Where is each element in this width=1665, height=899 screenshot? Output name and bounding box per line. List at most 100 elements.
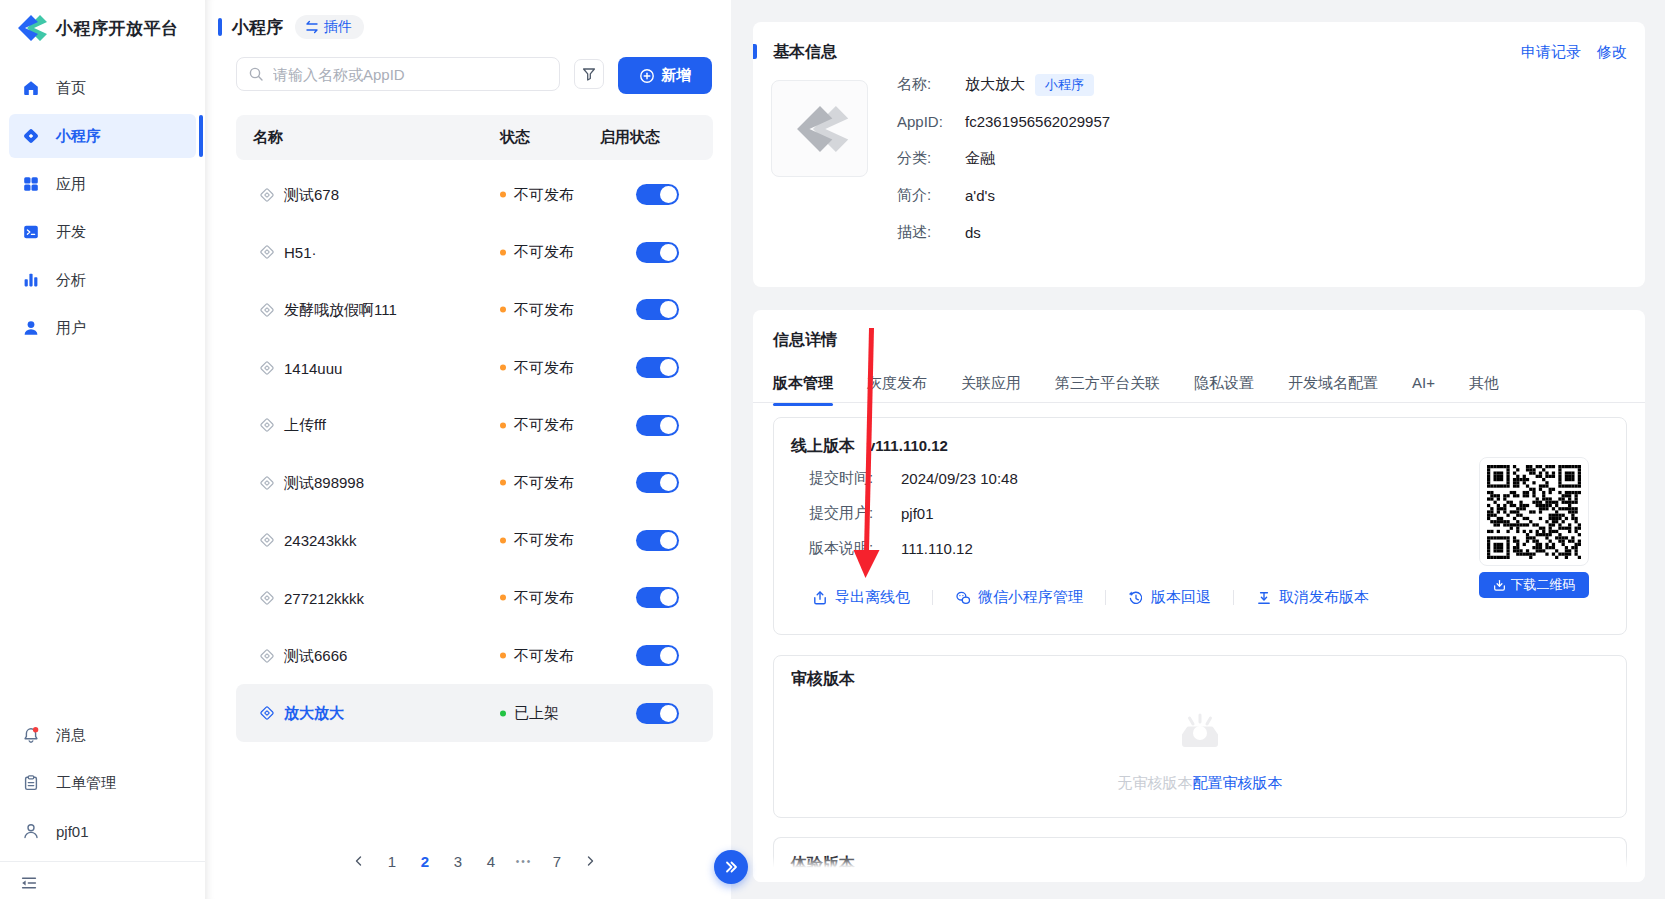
plugin-toggle-badge[interactable]: 插件 bbox=[295, 15, 364, 39]
page-button-3[interactable]: 3 bbox=[448, 845, 469, 877]
table-row[interactable]: 上传fff不可发布 bbox=[236, 396, 713, 454]
online-version-number: v111.110.12 bbox=[867, 437, 948, 454]
enable-toggle[interactable] bbox=[636, 357, 679, 378]
status-dot bbox=[500, 422, 506, 428]
empty-inbox-icon bbox=[1176, 713, 1224, 757]
enable-toggle[interactable] bbox=[636, 645, 679, 666]
sidebar-item-home[interactable]: 首页 bbox=[9, 66, 196, 110]
sidebar-item-chart[interactable]: 分析 bbox=[9, 258, 196, 302]
enable-toggle[interactable] bbox=[636, 472, 679, 493]
review-version-section: 审核版本 无审核版本配置审核版本 bbox=[773, 655, 1627, 818]
double-chevron-right-icon bbox=[724, 860, 738, 874]
enable-toggle[interactable] bbox=[636, 415, 679, 436]
sidebar-item-user[interactable]: 用户 bbox=[9, 306, 196, 350]
search-input[interactable] bbox=[236, 57, 560, 91]
enable-toggle[interactable] bbox=[636, 299, 679, 320]
plus-circle-icon bbox=[639, 68, 655, 84]
filter-icon bbox=[581, 66, 597, 82]
enable-toggle[interactable] bbox=[636, 242, 679, 263]
table-row[interactable]: 1414uuu 不可发布 bbox=[236, 339, 713, 397]
apply-records-link[interactable]: 申请记录 bbox=[1521, 43, 1581, 62]
sidebar-item-dev[interactable]: 开发 bbox=[9, 210, 196, 254]
col-header-name: 名称 bbox=[253, 128, 283, 147]
page-button-7[interactable]: 7 bbox=[547, 845, 568, 877]
action-separator bbox=[1105, 590, 1106, 605]
download-icon bbox=[1493, 579, 1506, 592]
row-status: 不可发布 bbox=[500, 243, 574, 262]
sidebar-item-bell[interactable]: 消息 bbox=[9, 713, 196, 757]
page-button-2[interactable]: 2 bbox=[415, 845, 436, 877]
table-header: 名称 状态 启用状态 bbox=[236, 115, 713, 160]
unpublish-action[interactable]: 取消发布版本 bbox=[1256, 588, 1369, 607]
table-row[interactable]: 放大放大已上架 bbox=[236, 684, 713, 742]
row-status: 不可发布 bbox=[500, 588, 574, 607]
wechat-icon bbox=[955, 590, 971, 606]
field-label: 分类: bbox=[897, 149, 965, 168]
pagination: 1234 ••• 7 bbox=[236, 845, 713, 877]
add-button[interactable]: 新增 bbox=[618, 57, 712, 94]
sidebar-item-label: 工单管理 bbox=[56, 774, 116, 793]
page-ellipsis[interactable]: ••• bbox=[514, 845, 535, 877]
col-header-status: 状态 bbox=[500, 128, 530, 147]
next-page-button[interactable] bbox=[580, 845, 601, 877]
enable-toggle[interactable] bbox=[636, 587, 679, 608]
enable-toggle[interactable] bbox=[636, 703, 679, 724]
status-label: 不可发布 bbox=[514, 588, 574, 607]
row-name: 测试6666 bbox=[284, 646, 347, 665]
table-row[interactable]: 测试898998不可发布 bbox=[236, 454, 713, 512]
sidebar-item-miniprogram[interactable]: 小程序 bbox=[9, 114, 196, 158]
miniprogram-row-icon bbox=[258, 531, 276, 549]
dev-icon bbox=[22, 223, 40, 241]
plugin-badge-label: 插件 bbox=[324, 18, 352, 36]
configure-review-link[interactable]: 配置审核版本 bbox=[1193, 774, 1283, 791]
field-label: AppID: bbox=[897, 113, 965, 130]
miniprogram-row-icon bbox=[258, 589, 276, 607]
row-name: 1414uuu bbox=[284, 359, 342, 376]
col-header-enable: 启用状态 bbox=[600, 128, 660, 147]
prev-page-button[interactable] bbox=[349, 845, 370, 877]
row-name: 243243kkk bbox=[284, 532, 357, 549]
field-value: fc2361956562029957 bbox=[965, 113, 1110, 130]
collapse-sidebar-icon[interactable] bbox=[20, 874, 38, 892]
sidebar-item-label: 用户 bbox=[56, 319, 86, 338]
table-row[interactable]: 243243kkk 不可发布 bbox=[236, 512, 713, 570]
user-icon bbox=[22, 319, 40, 337]
table-row[interactable]: 发酵哦放假啊111不可发布 bbox=[236, 281, 713, 339]
filter-button[interactable] bbox=[574, 59, 604, 89]
modify-link[interactable]: 修改 bbox=[1597, 43, 1627, 62]
download-qr-label: 下载二维码 bbox=[1511, 576, 1576, 594]
row-name: 测试898998 bbox=[284, 473, 364, 492]
table-row[interactable]: 测试678不可发布 bbox=[236, 166, 713, 224]
sidebar-item-user-outline[interactable]: pjf01 bbox=[9, 809, 196, 853]
sidebar-item-clipboard[interactable]: 工单管理 bbox=[9, 761, 196, 805]
status-dot bbox=[500, 710, 506, 716]
wechat-action[interactable]: 微信小程序管理 bbox=[955, 588, 1083, 607]
enable-toggle[interactable] bbox=[636, 184, 679, 205]
row-name: H51· bbox=[284, 244, 317, 261]
table-row[interactable]: 测试6666 不可发布 bbox=[236, 627, 713, 685]
status-dot bbox=[500, 249, 506, 255]
field-value: 金融 bbox=[965, 149, 995, 168]
download-qr-button[interactable]: 下载二维码 bbox=[1479, 572, 1589, 598]
status-label: 不可发布 bbox=[514, 646, 574, 665]
field-label: 描述: bbox=[897, 223, 965, 242]
info-detail-title: 信息详情 bbox=[773, 330, 837, 351]
sidebar-item-apps[interactable]: 应用 bbox=[9, 162, 196, 206]
expand-panel-button[interactable] bbox=[714, 850, 748, 884]
field-row: AppID:fc2361956562029957 bbox=[897, 103, 1110, 140]
enable-toggle[interactable] bbox=[636, 530, 679, 551]
row-status: 不可发布 bbox=[500, 531, 574, 550]
basic-fields: 名称:放大放大小程序AppID:fc2361956562029957分类:金融简… bbox=[897, 66, 1110, 251]
status-dot bbox=[500, 365, 506, 371]
row-status: 不可发布 bbox=[500, 358, 574, 377]
miniprogram-row-icon bbox=[258, 474, 276, 492]
apps-icon bbox=[22, 175, 40, 193]
rollback-action[interactable]: 版本回退 bbox=[1128, 588, 1211, 607]
export-action[interactable]: 导出离线包 bbox=[812, 588, 910, 607]
table-row[interactable]: 277212kkkk不可发布 bbox=[236, 569, 713, 627]
row-status: 已上架 bbox=[500, 704, 559, 723]
unpublish-icon bbox=[1256, 590, 1272, 606]
page-button-4[interactable]: 4 bbox=[481, 845, 502, 877]
table-row[interactable]: H51· 不可发布 bbox=[236, 224, 713, 282]
page-button-1[interactable]: 1 bbox=[382, 845, 403, 877]
